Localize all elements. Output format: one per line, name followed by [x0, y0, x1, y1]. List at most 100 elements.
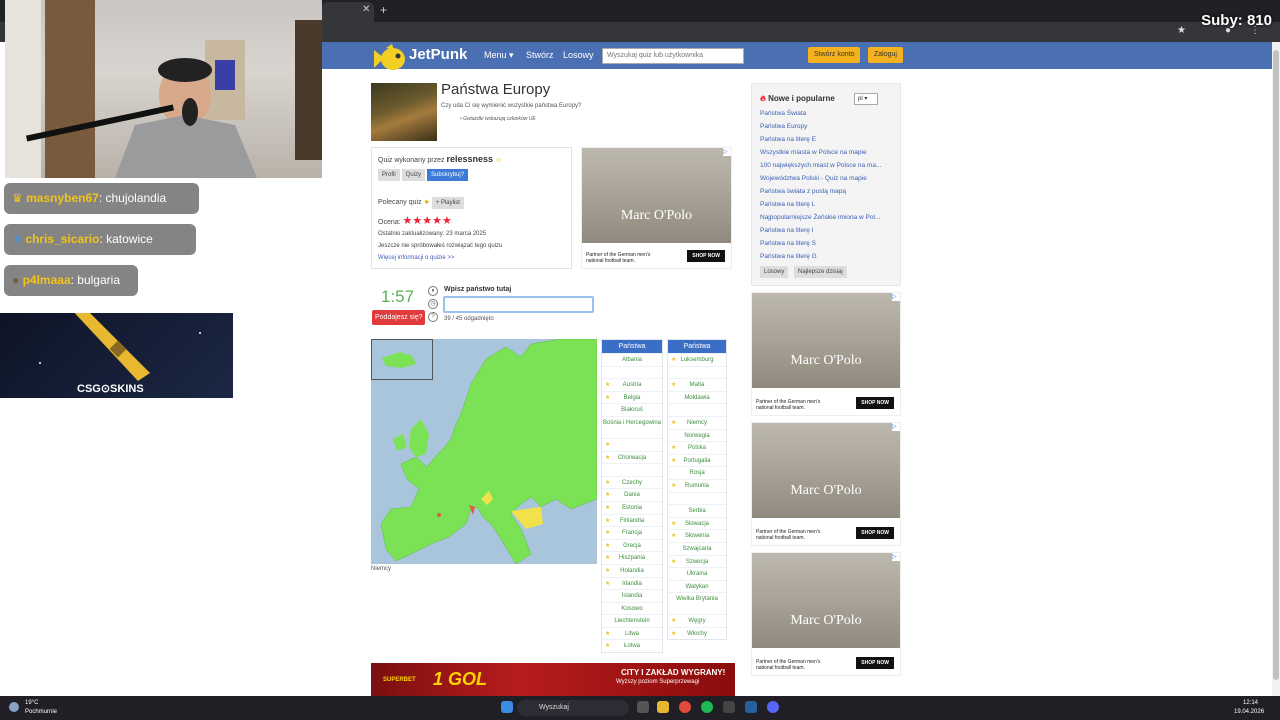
chat-badge-icon: ✈: [12, 232, 23, 246]
ad-shop-button[interactable]: SHOP NOW: [687, 250, 725, 262]
login-button[interactable]: Zaloguj: [868, 47, 903, 63]
ad-shop-button[interactable]: SHOP NOW: [856, 657, 894, 669]
ad-top[interactable]: Marc O'Polo Partner of the German men's …: [581, 147, 732, 269]
more-info-link[interactable]: Więcej informacji o quizie >>: [378, 255, 454, 261]
quiz-timer: 1:57: [381, 287, 415, 306]
rating-star-icon[interactable]: ★: [422, 215, 432, 227]
table-cell: ★ Słowenia: [668, 529, 726, 542]
ad-side-1[interactable]: Marc O'Polo Partner of the German men's …: [751, 292, 901, 416]
site-navbar: JetPunk Menu ▾ Stwórz Losowy Wyszukaj qu…: [322, 42, 1272, 69]
popular-sidebar: 🔥︎ Nowe i popularne pl ▾ Państwa Świata P…: [751, 83, 901, 286]
ad-shop-button[interactable]: SHOP NOW: [856, 397, 894, 409]
rating-stars[interactable]: ★★★★★: [403, 215, 452, 227]
sidebar-quiz-link[interactable]: Państwa na literę G: [760, 253, 817, 260]
table-cell: Białoruś: [602, 403, 662, 416]
ad-choices-icon[interactable]: ▷: [892, 293, 900, 301]
banner-sub: Wyższy poziom Superprzewagi: [616, 679, 700, 685]
table-cell: Watykan: [668, 579, 726, 593]
create-account-button[interactable]: Stwórz konto: [808, 47, 861, 63]
ad-choices-icon[interactable]: ▷: [723, 148, 731, 156]
sidebar-quiz-link[interactable]: Państwa Świata: [760, 110, 806, 117]
ad-side-3[interactable]: Marc O'Polo Partner of the German men's …: [751, 552, 901, 676]
sidebar-quiz-link[interactable]: 100 największych miast w Polsce na ma...: [760, 162, 881, 169]
ad-image: [582, 148, 731, 243]
rating-star-icon[interactable]: ★: [442, 215, 452, 227]
weather-temp: 19°C: [25, 700, 39, 706]
ad-choices-icon[interactable]: ▷: [892, 553, 900, 561]
playlist-button[interactable]: + Playlist: [431, 197, 464, 209]
scrollbar-thumb[interactable]: [1273, 50, 1279, 680]
nav-menu[interactable]: Menu ▾: [484, 50, 514, 61]
answer-input[interactable]: [443, 296, 594, 313]
eu-star-icon: ★: [671, 520, 677, 527]
sidebar-quiz-link[interactable]: Państwa na literę E: [760, 136, 816, 143]
steam-icon[interactable]: [745, 701, 757, 713]
ad-image: [752, 553, 900, 648]
quizzes-button[interactable]: Quizy: [401, 169, 426, 181]
eu-star-icon: ★: [605, 479, 611, 486]
help-icon[interactable]: ?: [428, 312, 438, 322]
ad-caption: Partner of the German men's national foo…: [756, 659, 821, 671]
random-button[interactable]: Losowy: [760, 266, 789, 278]
explorer-icon[interactable]: [657, 701, 669, 713]
author-name[interactable]: relessness: [446, 154, 493, 164]
give-up-button[interactable]: Poddajesz się?: [372, 310, 426, 325]
ad-side-2[interactable]: Marc O'Polo Partner of the German men's …: [751, 422, 901, 546]
eu-star-icon: ★: [671, 482, 677, 489]
sidebar-quiz-link[interactable]: Państwa na literę S: [760, 240, 816, 247]
profile-button[interactable]: Profil: [378, 169, 400, 181]
clock-icon[interactable]: ◷: [428, 299, 438, 309]
table-cell: ★ Belgia: [602, 390, 662, 404]
language-select[interactable]: pl ▾: [854, 93, 878, 105]
spotify-icon[interactable]: [701, 701, 713, 713]
sidebar-quiz-link[interactable]: Państwa Europy: [760, 123, 807, 130]
eu-star-icon: ★: [605, 580, 611, 587]
eu-star-icon: ★: [671, 618, 677, 625]
rating-star-icon[interactable]: ★: [403, 215, 413, 227]
clock-time: 12:14: [1243, 700, 1259, 706]
task-view-icon[interactable]: [637, 701, 649, 713]
nav-create[interactable]: Stwórz: [526, 50, 554, 60]
subscribe-button[interactable]: Subskrybuj?: [427, 169, 469, 181]
eu-star-icon: ★: [671, 357, 677, 363]
site-logo[interactable]: JetPunk: [409, 46, 467, 63]
site-search-input[interactable]: Wyszukaj quiz lub użytkownika: [602, 48, 744, 64]
bookmark-star-icon[interactable]: ★: [1177, 25, 1186, 36]
rating-star-icon[interactable]: ★: [412, 215, 422, 227]
discord-icon[interactable]: [767, 701, 779, 713]
sidebar-quiz-link[interactable]: Województwa Polski - Quiz na mapie: [760, 175, 867, 182]
eu-star-icon: ★: [605, 530, 611, 537]
taskbar-search[interactable]: Wyszukaj: [517, 700, 629, 716]
nav-random[interactable]: Losowy: [563, 50, 594, 60]
europe-map[interactable]: [371, 339, 597, 564]
sidebar-quiz-link[interactable]: Wszystkie miasta w Polsce na mapie: [760, 149, 867, 156]
sidebar-quiz-link[interactable]: Najpopularniejsze Żeńskie imiona w Pol..…: [760, 214, 880, 221]
new-tab-icon[interactable]: +: [380, 3, 387, 17]
rating-star-icon[interactable]: ★: [432, 215, 442, 227]
sidebar-quiz-link[interactable]: Państwa świata z pustą mapą: [760, 188, 846, 195]
ad-banner-bottom[interactable]: SUPERBET 1 GOL CITY I ZAKŁAD WYGRANY! Wy…: [371, 663, 735, 696]
weather-icon[interactable]: [9, 702, 19, 712]
ad-shop-button[interactable]: SHOP NOW: [856, 527, 894, 539]
chrome-icon[interactable]: [679, 701, 691, 713]
table-cell: Kosowo: [602, 601, 662, 615]
quiz-thumbnail: [371, 83, 437, 141]
chat-message: ● p4lmaaa: bulgaria: [4, 265, 138, 296]
sidebar-quiz-link[interactable]: Państwa na literę L: [760, 201, 815, 208]
start-icon[interactable]: [501, 701, 513, 713]
eu-star-icon: ★: [671, 445, 677, 452]
close-tab-icon[interactable]: ✕: [362, 4, 370, 15]
pause-icon[interactable]: ⏸: [428, 286, 438, 296]
answer-table-2: Państwa ★ Luksemburg ★ Malta Mołdawia ★ Niemcy…: [667, 339, 727, 641]
table-cell: Rosja: [668, 466, 726, 479]
page-scrollbar[interactable]: [1272, 42, 1280, 696]
sidebar-quiz-link[interactable]: Państwa na literę I: [760, 227, 813, 234]
jetpunk-fish-logo-icon[interactable]: [372, 44, 406, 74]
table-cell: ★ Rumunia: [668, 478, 726, 492]
ad-choices-icon[interactable]: ▷: [892, 423, 900, 431]
made-by-label: Quiz wykonany przez: [378, 157, 445, 164]
best-today-button[interactable]: Najlepsze dzisiaj: [794, 266, 847, 278]
ad-brand: Marc O'Polo: [620, 208, 693, 223]
app-icon[interactable]: [723, 701, 735, 713]
eu-star-icon: ★: [671, 419, 677, 426]
